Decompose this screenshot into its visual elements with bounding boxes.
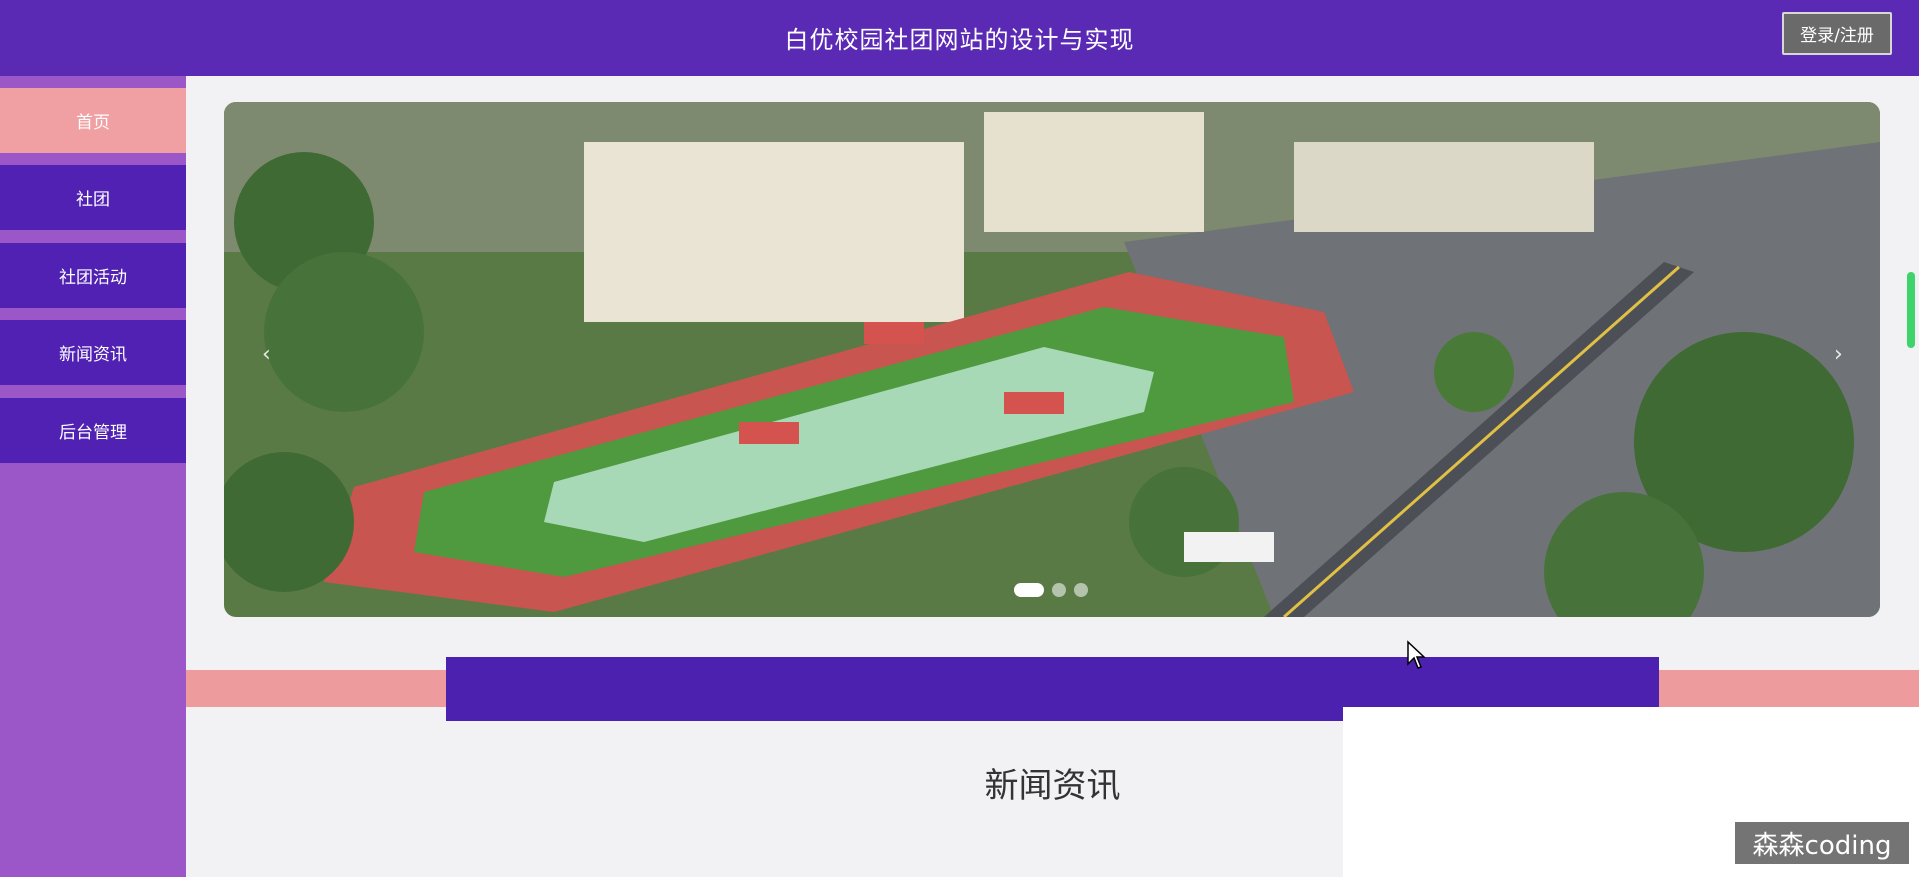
site-title: 白优校园社团网站的设计与实现: [784, 26, 1135, 54]
sidebar-item-club-activities[interactable]: 社团活动: [0, 243, 186, 308]
carousel-dot[interactable]: [1014, 583, 1044, 597]
campus-aerial-image: [224, 102, 1880, 617]
watermark: 森森coding: [1735, 822, 1909, 864]
section-title: 新闻资讯: [984, 766, 1121, 806]
carousel-banner[interactable]: ‹ ›: [224, 102, 1880, 617]
scrollbar-thumb[interactable]: [1907, 272, 1915, 348]
chevron-right-icon[interactable]: ›: [1834, 342, 1843, 367]
chevron-left-icon[interactable]: ‹: [262, 342, 271, 367]
login-register-button[interactable]: 登录/注册: [1782, 12, 1892, 55]
site-header: 白优校园社团网站的设计与实现 登录/注册: [0, 0, 1919, 76]
sidebar-item-clubs[interactable]: 社团: [0, 165, 186, 230]
mouse-cursor-icon: [1407, 640, 1426, 669]
sidebar-item-news[interactable]: 新闻资讯: [0, 320, 186, 385]
sidebar-item-admin[interactable]: 后台管理: [0, 398, 186, 463]
carousel-indicators: [1014, 583, 1088, 597]
carousel-dot[interactable]: [1052, 583, 1066, 597]
carousel-dot[interactable]: [1074, 583, 1088, 597]
sidebar: 首页 社团 社团活动 新闻资讯 后台管理: [0, 76, 186, 877]
sidebar-item-home[interactable]: 首页: [0, 88, 186, 153]
